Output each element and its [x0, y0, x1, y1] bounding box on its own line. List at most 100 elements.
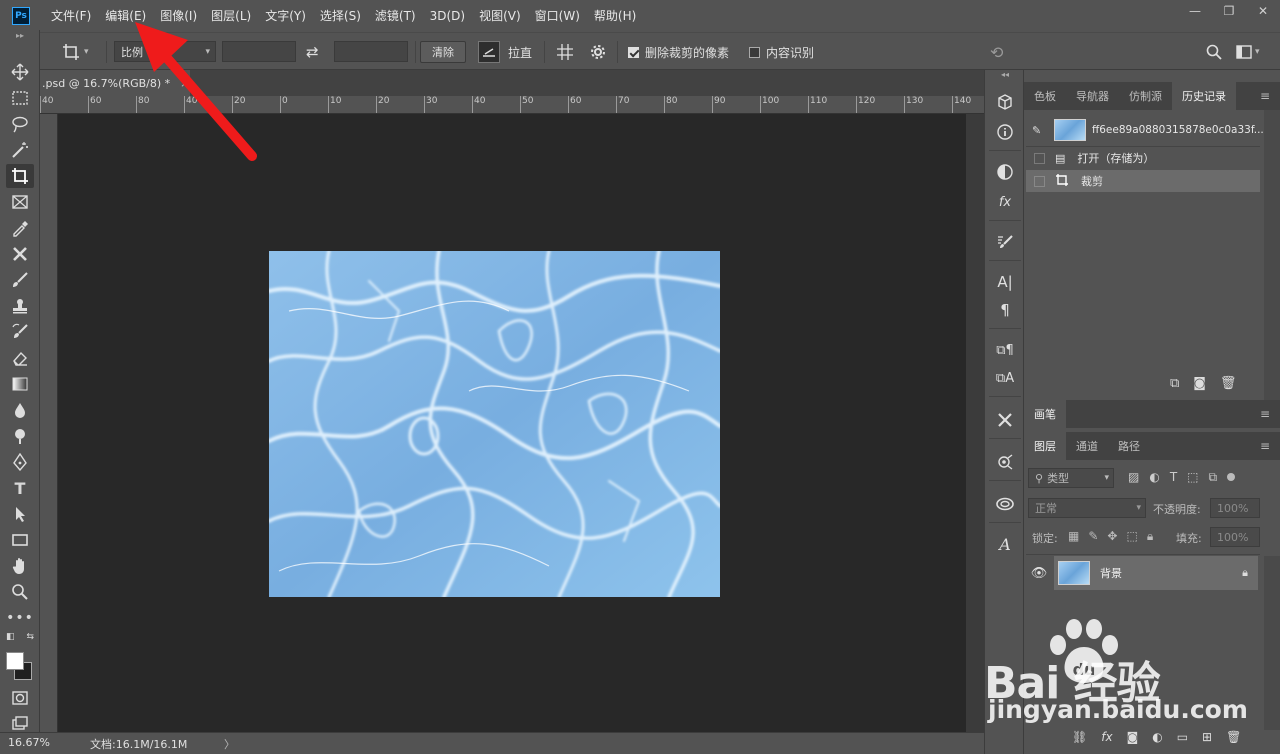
frame-tool-icon[interactable]: [6, 190, 34, 214]
history-checkbox[interactable]: [1034, 152, 1045, 164]
camera-icon[interactable]: ◙: [1193, 376, 1206, 391]
info-icon[interactable]: [991, 120, 1019, 144]
lock-artboard-icon[interactable]: ⬚: [1126, 529, 1137, 544]
zoom-level[interactable]: 16.67%: [8, 736, 50, 749]
panel-menu-icon[interactable]: ≡: [1260, 89, 1270, 103]
new-document-icon[interactable]: ⧉: [1170, 376, 1179, 391]
menu-select[interactable]: 选择(S): [313, 0, 368, 32]
history-snapshot[interactable]: ✎ ff6ee89a0880315878e0c0a33f...: [1028, 116, 1264, 144]
more-tools-icon[interactable]: •••: [6, 606, 34, 630]
tab-paths[interactable]: 路径: [1108, 432, 1150, 460]
eye-icon[interactable]: 👁︎: [1024, 566, 1054, 581]
ratio-select[interactable]: 比例 ▾: [114, 41, 216, 62]
history-item[interactable]: ▤ 打开（存储为）: [1026, 147, 1260, 169]
reset-icon[interactable]: ⟲: [990, 33, 1003, 71]
zoom-tool-icon[interactable]: [6, 580, 34, 604]
filter-toggle-icon[interactable]: [1227, 473, 1236, 481]
layer-item[interactable]: 背景 🔒︎: [1054, 556, 1258, 590]
dodge-tool-icon[interactable]: [6, 424, 34, 448]
rectangle-tool-icon[interactable]: [6, 528, 34, 552]
panel-menu-icon[interactable]: ≡: [1260, 439, 1270, 453]
tab-channels[interactable]: 通道: [1066, 432, 1108, 460]
quick-mask-icon[interactable]: [6, 686, 34, 710]
color-swatches[interactable]: [6, 646, 34, 684]
tab-layers[interactable]: 图层: [1024, 432, 1066, 460]
grid-overlay-icon[interactable]: [556, 33, 574, 71]
tab-brush[interactable]: 画笔: [1024, 400, 1066, 428]
lock-position-icon[interactable]: ✥: [1107, 529, 1117, 544]
panel-menu-icon[interactable]: ≡: [1260, 407, 1270, 421]
hand-tool-icon[interactable]: [6, 554, 34, 578]
brush-tool-icon[interactable]: [6, 268, 34, 292]
tab-swatches[interactable]: 色板: [1024, 82, 1066, 110]
tab-clone-source[interactable]: 仿制源: [1119, 82, 1172, 110]
magic-wand-tool-icon[interactable]: [6, 138, 34, 162]
lock-transparent-icon[interactable]: ▦: [1068, 529, 1079, 544]
canvas-area[interactable]: [58, 114, 984, 732]
character-styles-icon[interactable]: ⧉A: [991, 366, 1019, 390]
glyphs-icon[interactable]: A: [991, 532, 1019, 556]
blend-mode-select[interactable]: 正常 ▾: [1028, 498, 1146, 518]
adjustment-filter-icon[interactable]: ◐: [1149, 470, 1159, 485]
properties-icon[interactable]: [991, 450, 1019, 474]
brush-settings-icon[interactable]: [991, 230, 1019, 254]
delete-cropped-checkbox[interactable]: 删除裁剪的像素: [628, 33, 729, 71]
clone-stamp-tool-icon[interactable]: [6, 294, 34, 318]
close-icon[interactable]: ×: [180, 77, 189, 90]
lock-all-icon[interactable]: 🔒︎: [1147, 529, 1153, 544]
menu-image[interactable]: 图像(I): [153, 0, 204, 32]
content-aware-checkbox[interactable]: 内容识别: [749, 33, 814, 71]
layer-filter-select[interactable]: ⚲ 类型 ▾: [1028, 468, 1114, 488]
swap-icon[interactable]: ⇄: [306, 33, 319, 71]
crop-tool-icon[interactable]: [6, 164, 34, 188]
history-brush-tool-icon[interactable]: [6, 320, 34, 344]
smart-object-filter-icon[interactable]: ⧉: [1209, 470, 1218, 485]
menu-edit[interactable]: 编辑(E): [98, 0, 153, 32]
eyedropper-tool-icon[interactable]: [6, 216, 34, 240]
path-selection-tool-icon[interactable]: [6, 502, 34, 526]
menu-file[interactable]: 文件(F): [44, 0, 98, 32]
type-filter-icon[interactable]: T: [1170, 470, 1177, 485]
menu-window[interactable]: 窗口(W): [528, 0, 587, 32]
gear-icon[interactable]: [590, 33, 606, 71]
libraries-icon[interactable]: [991, 492, 1019, 516]
history-item[interactable]: 裁剪: [1026, 170, 1260, 192]
tab-history[interactable]: 历史记录: [1172, 82, 1236, 110]
tool-presets-icon[interactable]: [991, 408, 1019, 432]
document-tab[interactable]: .psd @ 16.7%(RGB/8) * ×: [40, 70, 190, 96]
gradient-tool-icon[interactable]: [6, 372, 34, 396]
status-menu-arrow[interactable]: 〉: [224, 736, 235, 752]
lasso-tool-icon[interactable]: [6, 112, 34, 136]
type-tool-icon[interactable]: T: [6, 476, 34, 500]
menu-help[interactable]: 帮助(H): [587, 0, 643, 32]
dock-collapse-icon[interactable]: ◂◂: [985, 70, 1025, 80]
width-input[interactable]: [222, 41, 296, 62]
foreground-color-swatch[interactable]: [6, 652, 24, 670]
marquee-tool-icon[interactable]: [6, 86, 34, 110]
shape-filter-icon[interactable]: ⬚: [1187, 470, 1198, 485]
minimize-button[interactable]: —: [1178, 0, 1212, 22]
menu-type[interactable]: 文字(Y): [258, 0, 313, 32]
tab-navigator[interactable]: 导航器: [1066, 82, 1119, 110]
height-input[interactable]: [334, 41, 408, 62]
move-tool-icon[interactable]: [6, 60, 34, 84]
paragraph-styles-icon[interactable]: ⧉¶: [991, 338, 1019, 362]
healing-brush-tool-icon[interactable]: [6, 242, 34, 266]
menu-layer[interactable]: 图层(L): [204, 0, 258, 32]
layer-row[interactable]: 👁︎ 背景 🔒︎: [1024, 556, 1260, 590]
character-icon[interactable]: A|: [991, 270, 1019, 294]
eraser-tool-icon[interactable]: [6, 346, 34, 370]
history-scrollbar[interactable]: [1264, 110, 1280, 408]
fill-input[interactable]: 100%: [1210, 527, 1260, 547]
menu-3d[interactable]: 3D(D): [423, 0, 472, 32]
paragraph-icon[interactable]: ¶: [991, 298, 1019, 322]
crop-preset-icon[interactable]: ▾: [62, 33, 89, 71]
history-checkbox[interactable]: [1034, 175, 1045, 187]
blur-tool-icon[interactable]: [6, 398, 34, 422]
search-icon[interactable]: [1206, 33, 1222, 71]
workspace-icon[interactable]: ▾: [1236, 33, 1260, 71]
styles-fx-icon[interactable]: fx: [991, 190, 1019, 214]
clear-button[interactable]: 清除: [420, 41, 466, 63]
straighten-tool[interactable]: 拉直: [478, 33, 532, 71]
pen-tool-icon[interactable]: [6, 450, 34, 474]
